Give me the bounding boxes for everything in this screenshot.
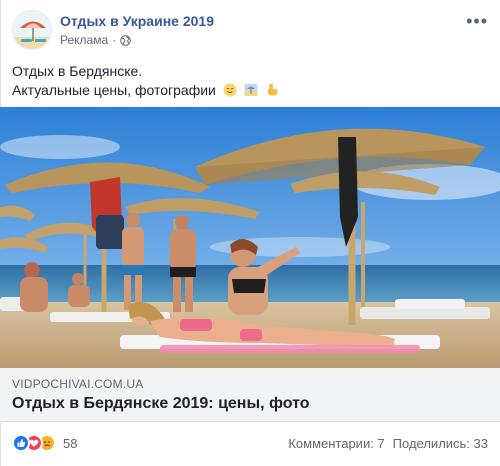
page-name-link[interactable]: Отдых в Украине 2019	[60, 13, 214, 29]
post-header: Отдых в Украине 2019 Реклама · •••	[12, 10, 488, 52]
sponsored-label[interactable]: Реклама	[60, 33, 108, 47]
shares-count-link[interactable]: Поделились: 33	[393, 436, 488, 451]
beach-emoji-icon	[244, 84, 258, 96]
reaction-count[interactable]: 58	[63, 436, 77, 451]
post-text: Отдых в Бердянске. Актуальные цены, фото…	[12, 62, 279, 100]
more-dots-icon: •••	[466, 11, 488, 31]
smile-emoji-icon	[223, 83, 237, 97]
post-footer: 58 Комментарии: 7 Поделились: 33	[0, 432, 500, 456]
post-text-line-2: Актуальные цены, фотографии	[12, 82, 216, 98]
page-avatar[interactable]	[12, 10, 52, 50]
link-title[interactable]: Отдых в Бердянске 2019: цены, фото	[12, 395, 310, 413]
engagement-stats: Комментарии: 7 Поделились: 33	[288, 436, 488, 451]
link-preview[interactable]: VIDPOCHIVAI.COM.UA Отдых в Бердянске 201…	[0, 368, 500, 422]
pointing-down-emoji-icon	[267, 84, 278, 96]
link-domain: VIDPOCHIVAI.COM.UA	[12, 377, 144, 391]
globe-icon	[120, 34, 131, 46]
post-text-line-2-wrap: Актуальные цены, фотографии	[12, 81, 279, 100]
reactions-summary[interactable]: 58	[12, 434, 77, 452]
ad-post: Отдых в Украине 2019 Реклама · ••• Отдых…	[0, 0, 500, 466]
meta-separator: ·	[112, 33, 117, 47]
like-reaction-icon	[12, 434, 30, 452]
more-options-button[interactable]: •••	[466, 12, 488, 30]
beach-photo	[0, 107, 500, 368]
post-text-line-1: Отдых в Бердянске.	[12, 63, 143, 79]
post-meta: Реклама ·	[60, 33, 131, 47]
comments-count-link[interactable]: Комментарии: 7	[288, 436, 384, 451]
post-image[interactable]	[0, 107, 500, 368]
